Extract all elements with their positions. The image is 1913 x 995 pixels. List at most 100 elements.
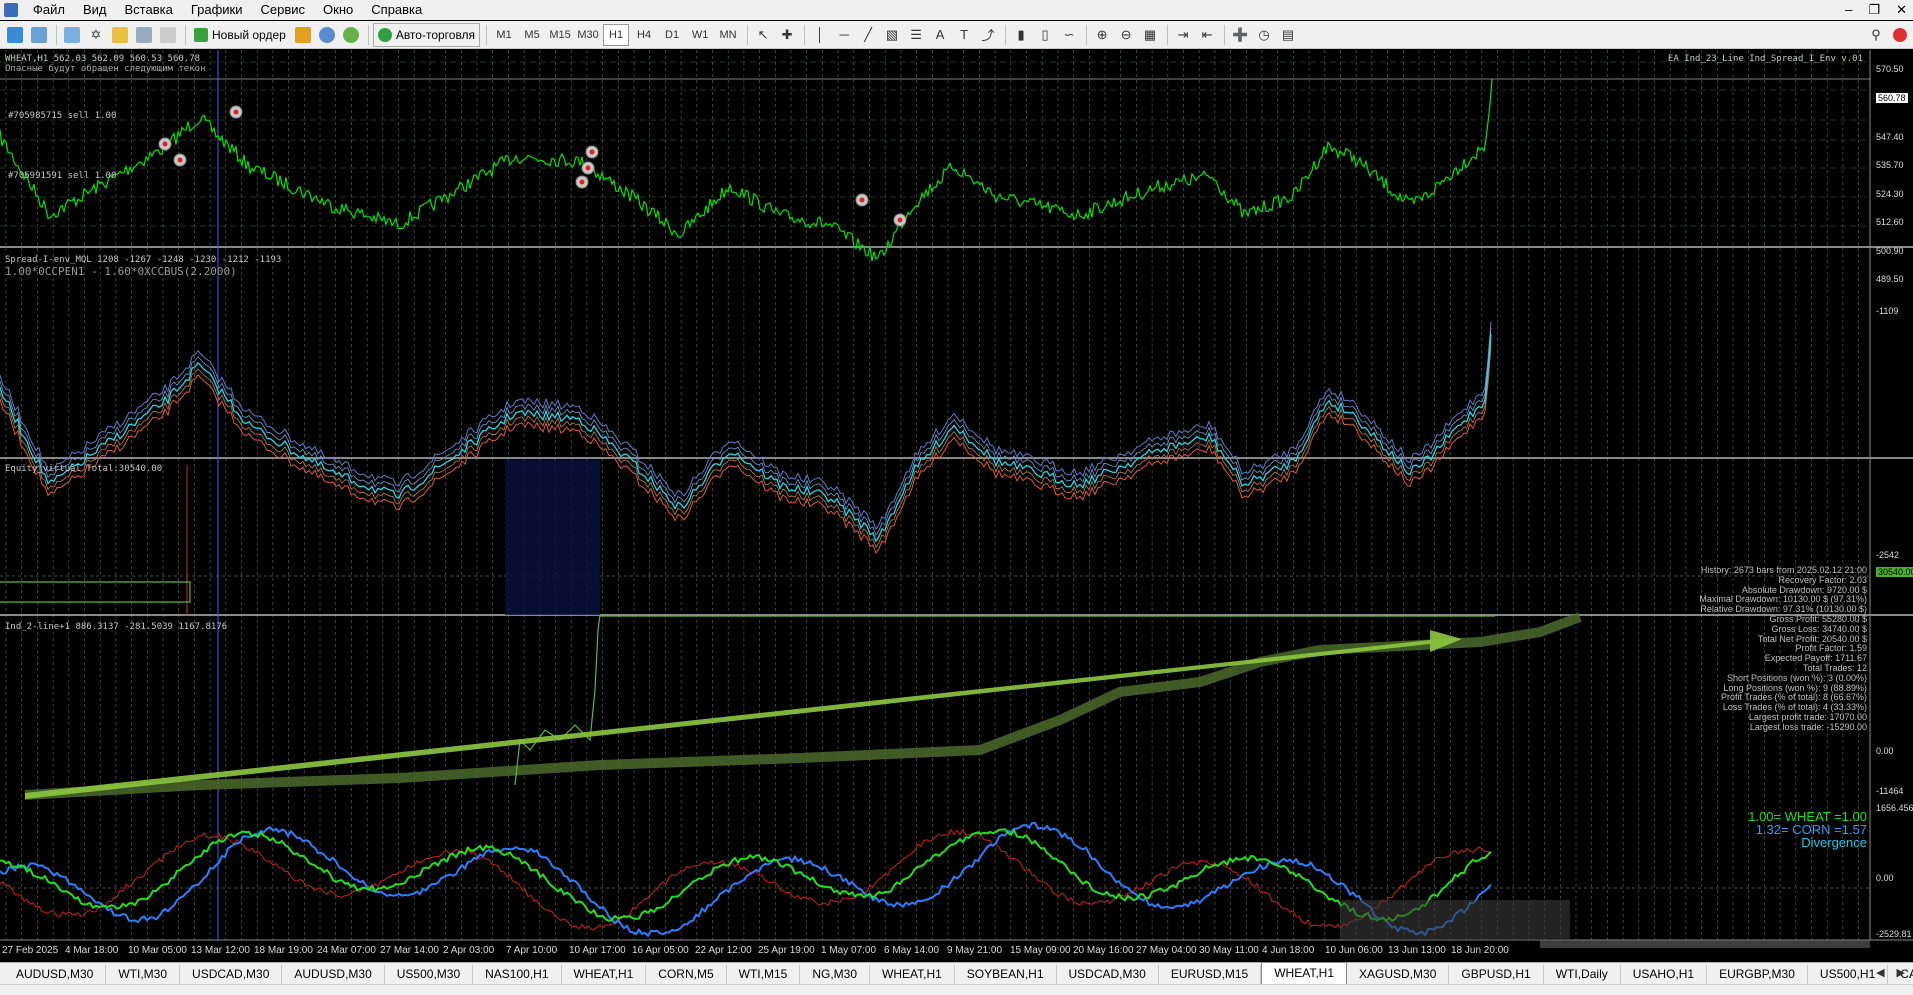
menu-tools[interactable]: Сервис xyxy=(252,0,315,20)
market-icon[interactable] xyxy=(340,24,362,46)
status-bar xyxy=(0,984,1913,995)
timeframe-m15[interactable]: M15 xyxy=(547,24,573,46)
autotrading-label: Авто-торговля xyxy=(395,27,476,42)
time-axis-label: 6 May 14:00 xyxy=(884,945,940,956)
timeframe-d1[interactable]: D1 xyxy=(659,24,685,46)
market-watch-icon[interactable] xyxy=(61,24,83,46)
chart-tab[interactable]: WHEAT,H1 xyxy=(562,965,647,984)
horizontal-line-icon[interactable]: ─ xyxy=(833,24,855,46)
new-chart-icon[interactable] xyxy=(4,24,26,46)
chart-shift-icon[interactable]: ⇤ xyxy=(1196,24,1218,46)
zoom-out-icon[interactable]: ⊖ xyxy=(1115,24,1137,46)
chart-tab[interactable]: NG,M30 xyxy=(800,965,870,984)
chart-tab[interactable]: CORN,M5 xyxy=(646,965,727,984)
chart-tab[interactable]: AUDUSD,M30 xyxy=(282,965,385,984)
terminal-icon[interactable] xyxy=(133,24,155,46)
chart-tab[interactable]: WTI,M15 xyxy=(727,965,801,984)
restore-icon[interactable]: ❐ xyxy=(1868,2,1880,18)
time-axis-label: 22 Apr 12:00 xyxy=(695,945,752,956)
profiles-icon[interactable] xyxy=(28,24,50,46)
chart-tab[interactable]: WTI,M30 xyxy=(106,965,181,984)
time-axis-label: 27 May 04:00 xyxy=(1136,945,1197,956)
chart-tab[interactable]: EURUSD,M15 xyxy=(1159,965,1262,984)
chart-tab[interactable]: WHEAT,H1 xyxy=(1261,962,1348,984)
new-order-button[interactable]: Новый ордер xyxy=(190,24,290,46)
navigator-icon[interactable]: ✡ xyxy=(85,24,107,46)
timeframe-m1[interactable]: M1 xyxy=(491,24,517,46)
chart-tab[interactable]: NAS100,H1 xyxy=(473,965,562,984)
legend-divergence: Divergence xyxy=(1801,835,1867,850)
chart-tab[interactable]: USAHO,H1 xyxy=(1621,965,1708,984)
timeframe-w1[interactable]: W1 xyxy=(687,24,713,46)
toolbar-separator xyxy=(804,24,806,45)
search-icon[interactable]: ⚲ xyxy=(1865,24,1887,46)
vertical-line-icon[interactable]: │ xyxy=(809,24,831,46)
time-axis-label: 13 Jun 13:00 xyxy=(1388,945,1446,956)
fibonacci-icon[interactable]: ☰ xyxy=(905,24,927,46)
time-axis-label: 13 Mar 12:00 xyxy=(191,945,250,956)
time-axis-label: 2 Apr 03:00 xyxy=(443,945,495,956)
text-icon[interactable]: A xyxy=(929,24,951,46)
chart-tab[interactable]: XAGUSD,M30 xyxy=(1347,965,1450,984)
chart-tabs: AUDUSD,M30 WTI,M30 USDCAD,M30 AUDUSD,M30 US5… xyxy=(0,962,1913,984)
templates-icon[interactable]: ▤ xyxy=(1277,24,1299,46)
timeframe-m5[interactable]: M5 xyxy=(519,24,545,46)
chart-window[interactable]: WHEAT,H1 562.03 562.09 560.53 560.78 Опа… xyxy=(0,50,1913,962)
chart-tab[interactable]: GBPUSD,H1 xyxy=(1449,965,1544,984)
chart-tab[interactable]: EURGBP,M30 xyxy=(1707,965,1808,984)
time-axis-label: 7 Apr 10:00 xyxy=(506,945,558,956)
time-axis-label: 18 Jun 20:00 xyxy=(1451,945,1509,956)
chart-canvas[interactable] xyxy=(0,50,1913,962)
minimize-icon[interactable]: – xyxy=(1845,2,1852,18)
label-icon[interactable]: T xyxy=(953,24,975,46)
channel-icon[interactable]: ▧ xyxy=(881,24,903,46)
chart-tab[interactable]: WTI,Daily xyxy=(1544,965,1621,984)
tab-next-icon[interactable]: ▶ xyxy=(1897,966,1905,979)
bar-chart-icon[interactable]: ▮ xyxy=(1010,24,1032,46)
menu-charts[interactable]: Графики xyxy=(182,0,252,20)
autotrading-button[interactable]: Авто-торговля xyxy=(372,22,481,47)
crosshair-icon[interactable]: ✚ xyxy=(776,24,798,46)
periods-icon[interactable]: ◷ xyxy=(1253,24,1275,46)
data-window-icon[interactable] xyxy=(109,24,131,46)
signals-icon[interactable] xyxy=(316,24,338,46)
axis-label: 570.50 xyxy=(1876,64,1904,74)
axis-label: 512.60 xyxy=(1876,217,1904,227)
current-price-tag: 560.78 xyxy=(1876,93,1908,103)
tab-prev-icon[interactable]: ◀ xyxy=(1876,966,1884,979)
chart-tab[interactable]: US500,M30 xyxy=(385,965,474,984)
time-axis-label: 9 May 21:00 xyxy=(947,945,1003,956)
menu-insert[interactable]: Вставка xyxy=(116,0,182,20)
chart-tab[interactable]: USDCAD,M30 xyxy=(1057,965,1159,984)
tile-windows-icon[interactable]: ▦ xyxy=(1139,24,1161,46)
chart-tab[interactable]: AUDUSD,M30 xyxy=(4,965,107,984)
menu-file[interactable]: Файл xyxy=(24,0,74,20)
indicators-icon[interactable]: ➕ xyxy=(1229,24,1251,46)
menu-view[interactable]: Вид xyxy=(74,0,116,20)
metaeditor-icon[interactable] xyxy=(292,24,314,46)
timeframe-h4[interactable]: H4 xyxy=(631,24,657,46)
timeframe-mn[interactable]: MN xyxy=(715,24,741,46)
chart-tab[interactable]: USDCAD,M30 xyxy=(180,965,283,984)
timeframe-h1[interactable]: H1 xyxy=(603,23,630,46)
spread-band xyxy=(0,327,1492,537)
line-chart-icon[interactable]: ∽ xyxy=(1058,24,1080,46)
cursor-icon[interactable]: ↖ xyxy=(752,24,774,46)
zoom-in-icon[interactable]: ⊕ xyxy=(1091,24,1113,46)
tester-icon[interactable] xyxy=(157,24,179,46)
autoscroll-icon[interactable]: ⇥ xyxy=(1172,24,1194,46)
menu-help[interactable]: Справка xyxy=(362,0,431,20)
close-icon[interactable]: ✕ xyxy=(1896,2,1907,18)
equity-initial xyxy=(0,581,191,603)
timeframe-m30[interactable]: M30 xyxy=(575,24,601,46)
menu-window[interactable]: Окно xyxy=(314,0,362,20)
arrows-icon[interactable]: ⤴ xyxy=(977,24,999,46)
spread-lower-band xyxy=(0,345,1492,555)
axis-label: -2529.81 xyxy=(1876,929,1912,939)
notification-icon[interactable] xyxy=(1889,24,1911,46)
chart-tab[interactable]: WHEAT,H1 xyxy=(870,965,955,984)
trendline-icon[interactable]: ╱ xyxy=(857,24,879,46)
candles-icon[interactable]: ▯ xyxy=(1034,24,1056,46)
chart-tab[interactable]: SOYBEAN,H1 xyxy=(955,965,1057,984)
equity-spike xyxy=(514,614,601,786)
